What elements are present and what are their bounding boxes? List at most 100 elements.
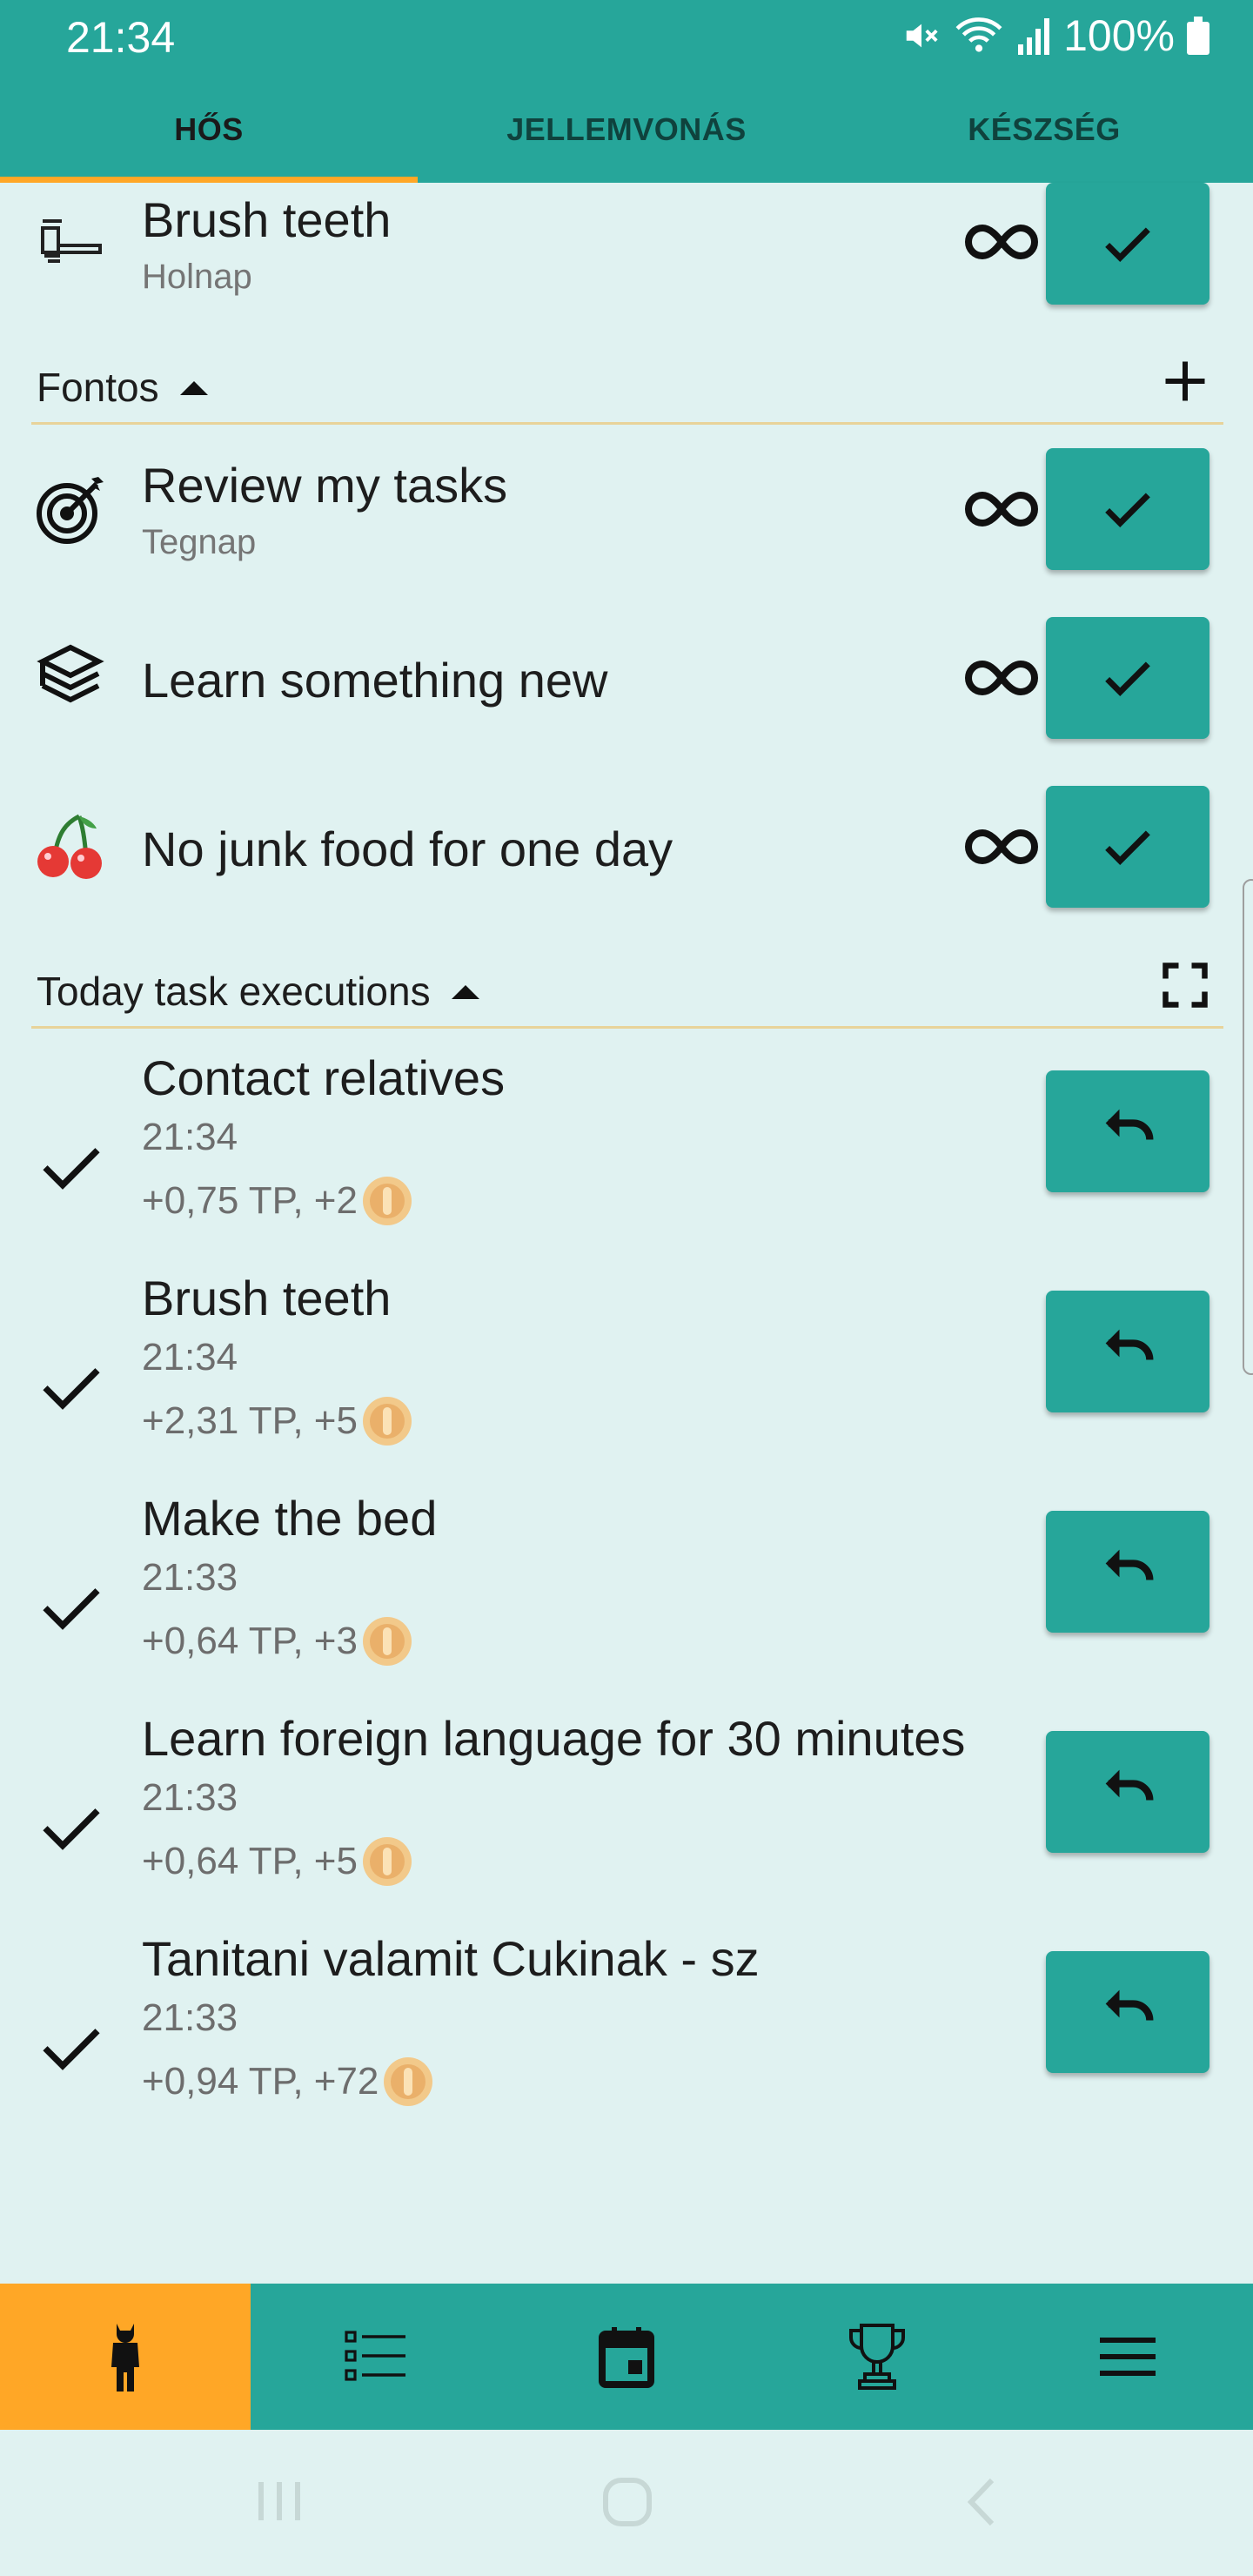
done-check-icon: [43, 1148, 100, 1190]
execution-reward: +0,94 TP, +72: [142, 2056, 434, 2108]
checkmark-icon: [1105, 830, 1150, 865]
undo-button[interactable]: [1046, 1070, 1209, 1192]
status-time: 21:34: [66, 13, 176, 62]
back-icon[interactable]: [964, 2477, 997, 2527]
section-title: Today task executions: [37, 969, 431, 1014]
infinity-icon: [965, 828, 1038, 865]
undo-icon: [1105, 1329, 1154, 1360]
execution-title: Learn foreign language for 30 minutes: [142, 1711, 966, 1766]
section-title: Fontos: [37, 365, 159, 410]
undo-button[interactable]: [1046, 1951, 1209, 2073]
undo-icon: [1105, 1549, 1154, 1580]
execution-time: 21:33: [142, 1776, 238, 1819]
execution-reward: +0,64 TP, +5: [142, 1835, 413, 1888]
nav-hero[interactable]: [0, 2284, 251, 2430]
task-row[interactable]: Brush teeth Holnap: [0, 183, 1253, 305]
execution-title: Contact relatives: [142, 1050, 506, 1105]
recent-apps-icon[interactable]: [256, 2477, 303, 2526]
execution-title: Brush teeth: [142, 1271, 392, 1325]
execution-reward: +0,64 TP, +3: [142, 1615, 413, 1667]
target-icon: [33, 473, 108, 547]
home-icon[interactable]: [602, 2477, 653, 2527]
add-task-icon[interactable]: [1159, 355, 1211, 407]
bottom-navigation: [0, 2284, 1253, 2430]
checkmark-icon: [1105, 493, 1150, 527]
execution-row: Brush teeth 21:34 +2,31 TP, +5: [0, 1265, 1253, 1473]
undo-icon: [1105, 1769, 1154, 1801]
infinity-icon: [965, 491, 1038, 527]
execution-reward: +0,75 TP, +2: [142, 1175, 413, 1227]
complete-task-button[interactable]: [1046, 786, 1209, 908]
section-toggle[interactable]: Fontos: [37, 364, 210, 411]
coin-icon: [362, 1177, 412, 1225]
undo-button[interactable]: [1046, 1511, 1209, 1633]
reward-text: +0,64 TP, +3: [142, 1620, 358, 1662]
complete-task-button[interactable]: [1046, 448, 1209, 570]
task-row[interactable]: No junk food for one day: [0, 786, 1253, 908]
task-due: Tegnap: [142, 523, 257, 561]
complete-task-button[interactable]: [1046, 183, 1209, 305]
task-title: Learn something new: [142, 653, 608, 708]
menu-icon: [1100, 2338, 1156, 2376]
reward-text: +0,94 TP, +72: [142, 2060, 379, 2103]
reward-text: +0,75 TP, +2: [142, 1179, 358, 1222]
trophy-icon: [849, 2324, 905, 2390]
task-row[interactable]: Learn something new: [0, 617, 1253, 739]
caret-up-icon: [451, 985, 479, 999]
undo-icon: [1105, 1989, 1154, 2021]
done-check-icon: [43, 1588, 100, 1630]
reward-text: +0,64 TP, +5: [142, 1840, 358, 1882]
tab-bar: HŐS JELLEMVONÁS KÉSZSÉG: [0, 87, 1253, 183]
list-icon: [345, 2331, 405, 2381]
section-toggle[interactable]: Today task executions: [37, 968, 481, 1015]
nav-menu[interactable]: [1002, 2284, 1253, 2430]
execution-time: 21:33: [142, 1996, 238, 2039]
execution-title: Tanitani valamit Cukinak - sz: [142, 1931, 760, 1986]
execution-row: Tanitani valamit Cukinak - sz 21:33 +0,9…: [0, 1925, 1253, 2134]
execution-row: Contact relatives 21:34 +0,75 TP, +2: [0, 1044, 1253, 1253]
tab-skills[interactable]: KÉSZSÉG: [835, 87, 1253, 183]
coin-icon: [384, 2057, 433, 2106]
undo-button[interactable]: [1046, 1731, 1209, 1853]
tab-traits[interactable]: JELLEMVONÁS: [418, 87, 835, 183]
undo-button[interactable]: [1046, 1291, 1209, 1412]
section-important: Fontos: [31, 346, 1223, 425]
fullscreen-icon[interactable]: [1159, 959, 1211, 1011]
task-row[interactable]: Review my tasks Tegnap: [0, 448, 1253, 570]
coin-icon: [362, 1837, 412, 1886]
cherry-icon: [33, 808, 108, 883]
nav-tasks[interactable]: [251, 2284, 501, 2430]
undo-icon: [1105, 1109, 1154, 1140]
infinity-icon: [965, 660, 1038, 696]
checkmark-icon: [1105, 227, 1150, 262]
scrollbar-handle[interactable]: [1243, 879, 1253, 1375]
battery-icon: [1187, 17, 1209, 55]
done-check-icon: [43, 1368, 100, 1410]
signal-icon: [1016, 17, 1051, 55]
execution-reward: +2,31 TP, +5: [142, 1395, 413, 1447]
nav-calendar[interactable]: [501, 2284, 752, 2430]
execution-row: Make the bed 21:33 +0,64 TP, +3: [0, 1485, 1253, 1694]
hero-icon: [111, 2324, 139, 2392]
nav-achievements[interactable]: [752, 2284, 1002, 2430]
task-title: Brush teeth: [142, 192, 392, 247]
execution-time: 21:34: [142, 1116, 238, 1158]
section-executions: Today task executions: [31, 950, 1223, 1029]
status-bar: 21:34 100%: [0, 0, 1253, 73]
infinity-icon: [965, 224, 1038, 260]
execution-time: 21:33: [142, 1556, 238, 1599]
execution-time: 21:34: [142, 1336, 238, 1379]
tab-hero[interactable]: HŐS: [0, 87, 418, 183]
done-check-icon: [43, 2029, 100, 2070]
wifi-icon: [954, 16, 1004, 56]
coin-icon: [362, 1617, 412, 1666]
status-icons: 100%: [901, 10, 1209, 61]
books-icon: [33, 640, 108, 714]
execution-row: Learn foreign language for 30 minutes 21…: [0, 1705, 1253, 1914]
battery-percent: 100%: [1063, 11, 1175, 60]
task-title: Review my tasks: [142, 458, 508, 513]
app-header: 21:34 100% HŐS JELLEMVONÁS KÉSZSÉG: [0, 0, 1253, 183]
task-title: No junk food for one day: [142, 822, 673, 876]
complete-task-button[interactable]: [1046, 617, 1209, 739]
reward-text: +2,31 TP, +5: [142, 1399, 358, 1442]
